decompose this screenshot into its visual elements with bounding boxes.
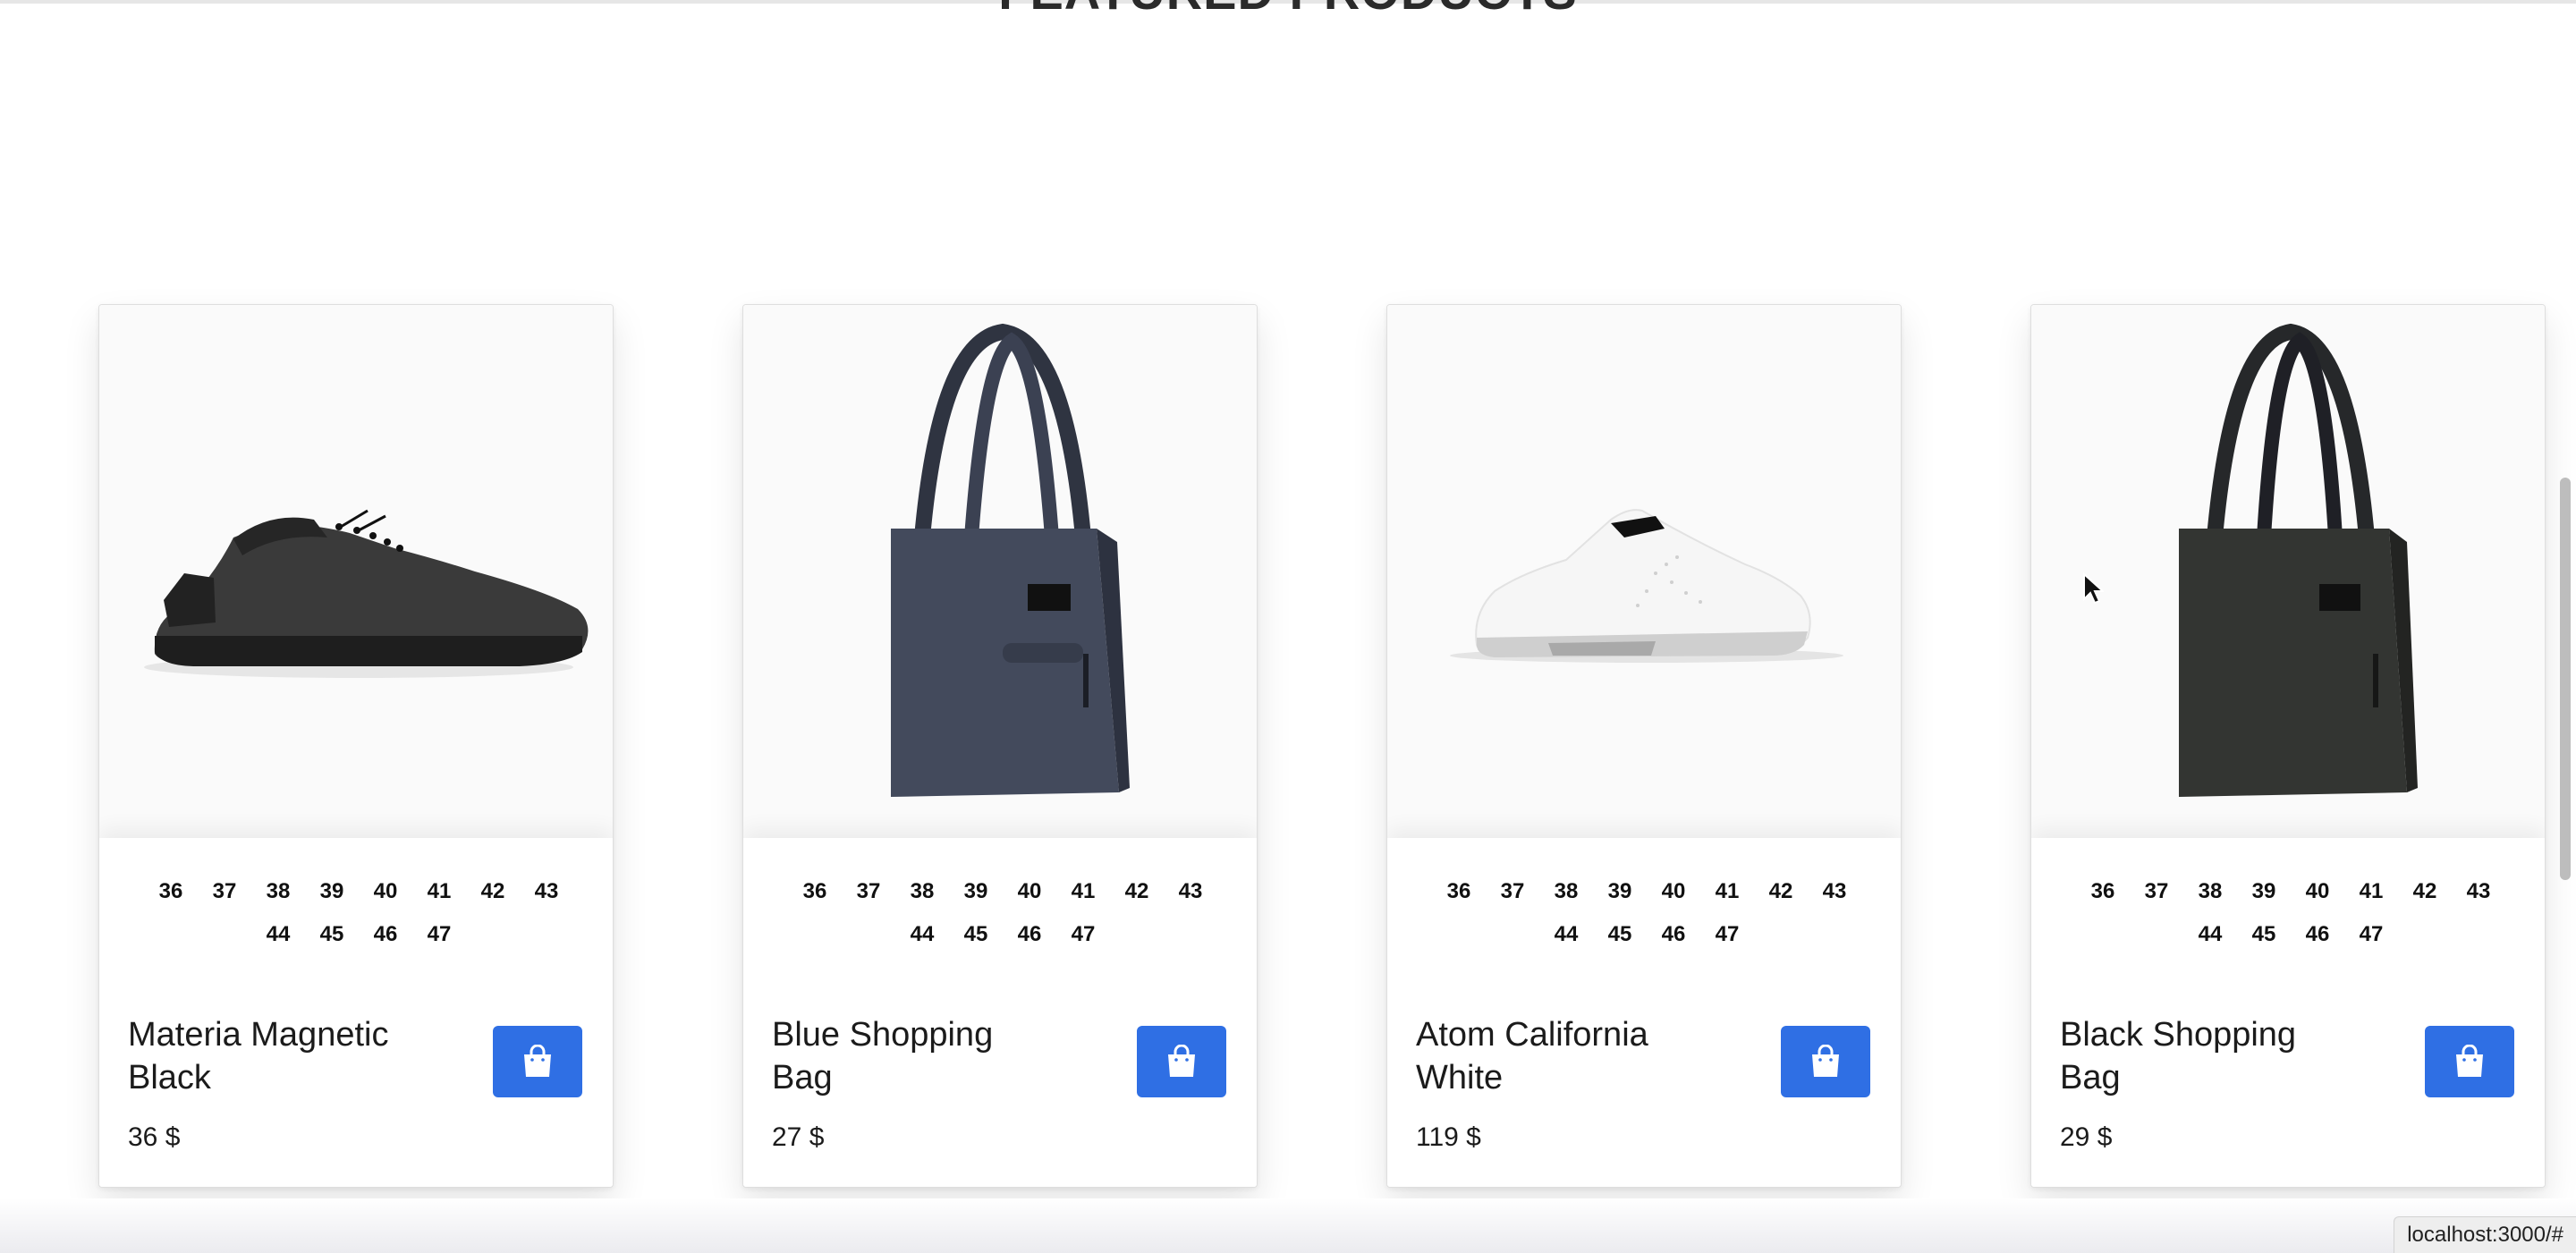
size-option[interactable]: 41 — [412, 874, 466, 910]
card-body: 36 37 38 39 40 41 42 43 44 45 46 47 Mate… — [99, 838, 613, 1187]
size-option[interactable]: 37 — [2130, 874, 2183, 910]
status-bar-url: localhost:3000/# — [2394, 1216, 2576, 1253]
size-option[interactable]: 44 — [895, 917, 949, 952]
product-price: 36 $ — [128, 1122, 181, 1152]
size-option[interactable]: 39 — [949, 874, 1003, 910]
size-option[interactable]: 39 — [305, 874, 359, 910]
size-option[interactable]: 36 — [2076, 874, 2130, 910]
add-to-cart-button[interactable] — [493, 1026, 582, 1097]
add-to-cart-button[interactable] — [1781, 1026, 1870, 1097]
product-name[interactable]: Materia Magnetic Black — [128, 1013, 414, 1099]
product-price: 119 $ — [1416, 1122, 1481, 1152]
size-option[interactable]: 40 — [2291, 874, 2344, 910]
size-option[interactable]: 42 — [1110, 874, 1164, 910]
size-option[interactable]: 44 — [2183, 917, 2237, 952]
product-name[interactable]: Blue Shopping Bag — [772, 1013, 1058, 1099]
size-option[interactable]: 46 — [1647, 917, 1700, 952]
product-card[interactable]: 36 37 38 39 40 41 42 43 44 45 46 47 Mate… — [98, 304, 614, 1188]
shopping-bag-icon — [1812, 1045, 1839, 1077]
add-to-cart-button[interactable] — [2425, 1026, 2514, 1097]
size-option[interactable]: 47 — [1056, 917, 1110, 952]
size-option[interactable]: 47 — [412, 917, 466, 952]
size-option[interactable]: 47 — [2344, 917, 2398, 952]
add-to-cart-button[interactable] — [1137, 1026, 1226, 1097]
size-option[interactable]: 44 — [1539, 917, 1593, 952]
size-option[interactable]: 41 — [1056, 874, 1110, 910]
size-option[interactable]: 45 — [305, 917, 359, 952]
product-card[interactable]: 36 37 38 39 40 41 42 43 44 45 46 47 Blue… — [742, 304, 1258, 1188]
white-sneaker-image[interactable] — [1387, 305, 1901, 838]
size-option[interactable]: 46 — [1003, 917, 1056, 952]
card-body: 36 37 38 39 40 41 42 43 44 45 46 47 Blac… — [2031, 838, 2545, 1187]
size-option[interactable]: 47 — [1700, 917, 1754, 952]
page-bottom — [0, 1198, 2576, 1253]
size-option[interactable]: 43 — [2452, 874, 2505, 910]
card-body: 36 37 38 39 40 41 42 43 44 45 46 47 Atom… — [1387, 838, 1901, 1187]
size-option[interactable]: 40 — [1003, 874, 1056, 910]
mouse-pointer-icon — [2083, 572, 2104, 605]
size-option[interactable]: 42 — [2398, 874, 2452, 910]
size-option[interactable]: 37 — [842, 874, 895, 910]
shopping-bag-icon — [524, 1045, 551, 1077]
blue-tote-bag-image[interactable] — [743, 305, 1257, 838]
card-body: 36 37 38 39 40 41 42 43 44 45 46 47 Blue… — [743, 838, 1257, 1187]
shopping-bag-icon — [1168, 1045, 1195, 1077]
size-option[interactable]: 43 — [520, 874, 573, 910]
size-option[interactable]: 45 — [2237, 917, 2291, 952]
size-option[interactable]: 41 — [2344, 874, 2398, 910]
size-option[interactable]: 38 — [1539, 874, 1593, 910]
size-option[interactable]: 39 — [1593, 874, 1647, 910]
size-option[interactable]: 36 — [1432, 874, 1486, 910]
product-name[interactable]: Black Shopping Bag — [2060, 1013, 2346, 1099]
product-name[interactable]: Atom California White — [1416, 1013, 1702, 1099]
size-option[interactable]: 36 — [788, 874, 842, 910]
section-title: FEATURED PRODUCTS — [0, 0, 2576, 21]
product-price: 27 $ — [772, 1122, 825, 1152]
size-option[interactable]: 41 — [1700, 874, 1754, 910]
size-option[interactable]: 45 — [949, 917, 1003, 952]
size-options: 36 37 38 39 40 41 42 43 44 45 46 47 — [2076, 874, 2505, 952]
size-option[interactable]: 42 — [466, 874, 520, 910]
size-option[interactable]: 36 — [144, 874, 198, 910]
size-options: 36 37 38 39 40 41 42 43 44 45 46 47 — [144, 874, 573, 952]
size-option[interactable]: 38 — [895, 874, 949, 910]
size-option[interactable]: 46 — [2291, 917, 2344, 952]
size-option[interactable]: 39 — [2237, 874, 2291, 910]
size-option[interactable]: 43 — [1808, 874, 1861, 910]
size-option[interactable]: 40 — [359, 874, 412, 910]
size-option[interactable]: 42 — [1754, 874, 1808, 910]
product-price: 29 $ — [2060, 1122, 2113, 1152]
shopping-bag-icon — [2456, 1045, 2483, 1077]
black-sneaker-image[interactable] — [99, 305, 613, 838]
size-options: 36 37 38 39 40 41 42 43 44 45 46 47 — [788, 874, 1217, 952]
product-card[interactable]: 36 37 38 39 40 41 42 43 44 45 46 47 Atom… — [1386, 304, 1902, 1188]
size-option[interactable]: 43 — [1164, 874, 1217, 910]
black-tote-bag-image[interactable] — [2031, 305, 2545, 838]
scrollbar-thumb[interactable] — [2560, 478, 2571, 880]
product-card[interactable]: 36 37 38 39 40 41 42 43 44 45 46 47 Blac… — [2030, 304, 2546, 1188]
size-option[interactable]: 37 — [1486, 874, 1539, 910]
size-options: 36 37 38 39 40 41 42 43 44 45 46 47 — [1432, 874, 1861, 952]
size-option[interactable]: 46 — [359, 917, 412, 952]
size-option[interactable]: 38 — [251, 874, 305, 910]
size-option[interactable]: 38 — [2183, 874, 2237, 910]
size-option[interactable]: 45 — [1593, 917, 1647, 952]
size-option[interactable]: 40 — [1647, 874, 1700, 910]
size-option[interactable]: 37 — [198, 874, 251, 910]
size-option[interactable]: 44 — [251, 917, 305, 952]
